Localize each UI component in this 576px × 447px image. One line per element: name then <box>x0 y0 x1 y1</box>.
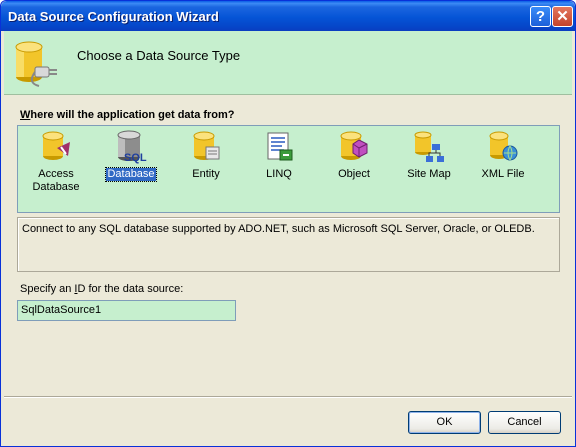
data-source-question: Where will the application get data from… <box>20 109 235 121</box>
svg-text:SQL: SQL <box>124 152 147 164</box>
type-item-site-map[interactable]: Site Map <box>394 130 464 181</box>
data-source-id-input[interactable]: SqlDataSource1 <box>17 300 236 321</box>
question-accesskey: W <box>20 109 31 121</box>
id-field-label: Specify an ID for the data source: <box>20 283 183 295</box>
type-label: Object <box>338 168 370 180</box>
footer-separator <box>4 396 572 398</box>
cancel-button[interactable]: Cancel <box>488 411 561 434</box>
entity-icon <box>193 131 220 160</box>
type-item-database[interactable]: SQL Database <box>96 130 166 182</box>
type-item-access-database[interactable]: Access Database <box>21 130 91 194</box>
type-label: Database <box>105 167 157 182</box>
title-bar[interactable]: Data Source Configuration Wizard ? ✕ <box>1 1 575 31</box>
type-label: LINQ <box>266 168 292 180</box>
type-label: Entity <box>192 168 220 180</box>
wizard-window: Data Source Configuration Wizard ? ✕ Cho… <box>0 0 576 447</box>
question-text: here will the application get data from? <box>30 109 235 121</box>
id-label-before: Specify an <box>20 283 75 295</box>
database-connector-icon <box>15 41 57 87</box>
site-map-icon <box>414 131 444 162</box>
help-button[interactable]: ? <box>530 6 551 27</box>
header-title: Choose a Data Source Type <box>77 48 241 63</box>
window-title: Data Source Configuration Wizard <box>8 9 219 24</box>
type-item-linq[interactable]: LINQ <box>244 130 314 181</box>
ok-button[interactable]: OK <box>408 411 481 434</box>
sql-database-icon: SQL <box>117 130 147 164</box>
close-button[interactable]: ✕ <box>552 6 573 27</box>
id-label-after: D for the data source: <box>77 283 184 295</box>
type-label: Access Database <box>32 168 80 193</box>
linq-icon <box>267 132 293 161</box>
wizard-header: Choose a Data Source Type <box>4 31 572 95</box>
data-source-type-list[interactable]: Access Database SQL Database Entity LINQ <box>17 125 560 213</box>
access-database-icon <box>42 131 70 160</box>
type-description: Connect to any SQL database supported by… <box>17 217 560 272</box>
type-label: Site Map <box>407 168 451 180</box>
type-item-entity[interactable]: Entity <box>171 130 241 181</box>
object-icon <box>340 131 368 160</box>
xml-file-icon <box>489 131 518 161</box>
type-label: XML File <box>481 168 525 180</box>
type-item-xml-file[interactable]: XML File <box>468 130 538 181</box>
type-item-object[interactable]: Object <box>319 130 389 181</box>
